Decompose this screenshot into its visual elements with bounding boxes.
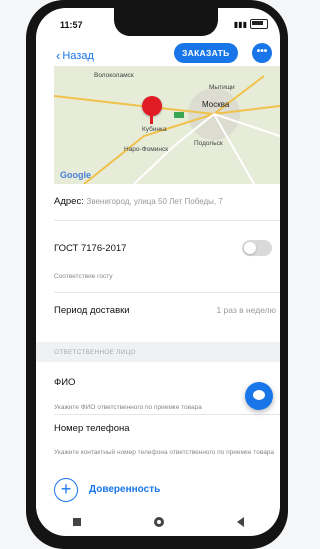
more-options-button[interactable]: ••• xyxy=(252,43,272,63)
back-button[interactable]: ‹ Назад xyxy=(56,48,94,63)
address-value: Звенигород, улица 50 Лет Победы, 7 xyxy=(86,197,223,206)
address-row[interactable]: Адрес: Звенигород, улица 50 Лет Победы, … xyxy=(54,196,280,207)
recent-apps-icon[interactable] xyxy=(72,518,81,526)
google-logo: Google xyxy=(60,170,91,180)
map-label: Москва xyxy=(202,100,230,109)
section-title: ОТВЕТСТВЕННОЕ ЛИЦО xyxy=(54,349,136,356)
map-label: Волоколамск xyxy=(94,72,134,79)
gost-hint: Соответствие госту xyxy=(54,273,113,280)
back-icon[interactable] xyxy=(236,517,244,527)
divider xyxy=(54,414,280,415)
map[interactable]: Волоколамск Мытищи Москва Кубинка Наро-Ф… xyxy=(54,66,280,184)
map-roads xyxy=(54,66,280,184)
delivery-label: Период доставки xyxy=(54,305,130,316)
notch xyxy=(114,8,218,36)
phone-hint: Укажите контактный номер телефона ответс… xyxy=(54,449,275,456)
home-icon[interactable] xyxy=(153,517,164,527)
fio-hint: Укажите ФИО ответственного по приемке то… xyxy=(54,404,202,411)
chevron-left-icon: ‹ xyxy=(56,48,61,63)
map-label: Наро-Фоминск xyxy=(124,146,169,153)
header: ‹ Назад ЗАКАЗАТЬ ••• xyxy=(36,42,280,68)
phone-field[interactable]: Номер телефона xyxy=(54,423,280,434)
power-of-attorney-link[interactable]: Доверенность xyxy=(89,484,160,495)
address-label: Адрес: xyxy=(54,196,84,207)
map-label: Кубинка xyxy=(142,126,167,133)
signal-icon: ▮▮▮ xyxy=(233,19,247,29)
section-header: ОТВЕТСТВЕННОЕ ЛИЦО xyxy=(36,342,280,362)
delivery-row[interactable]: Период доставки 1 раз в неделю xyxy=(54,305,280,316)
back-label: Назад xyxy=(62,49,94,62)
system-nav-bar xyxy=(36,508,280,536)
status-time: 11:57 xyxy=(60,20,83,30)
order-button[interactable]: ЗАКАЗАТЬ xyxy=(174,43,238,63)
add-icon[interactable]: + xyxy=(54,478,78,502)
delivery-value: 1 раз в неделю xyxy=(216,305,276,315)
location-pin-icon[interactable] xyxy=(142,96,162,124)
divider xyxy=(54,292,280,293)
map-label: Подольск xyxy=(194,140,223,147)
battery-icon xyxy=(250,19,268,29)
divider xyxy=(54,220,280,221)
map-label: Мытищи xyxy=(209,84,235,91)
status-icons: ▮▮▮ xyxy=(234,19,268,29)
fio-field[interactable]: ФИО xyxy=(54,377,280,388)
gost-toggle[interactable] xyxy=(242,240,272,256)
chat-button[interactable] xyxy=(245,382,273,410)
